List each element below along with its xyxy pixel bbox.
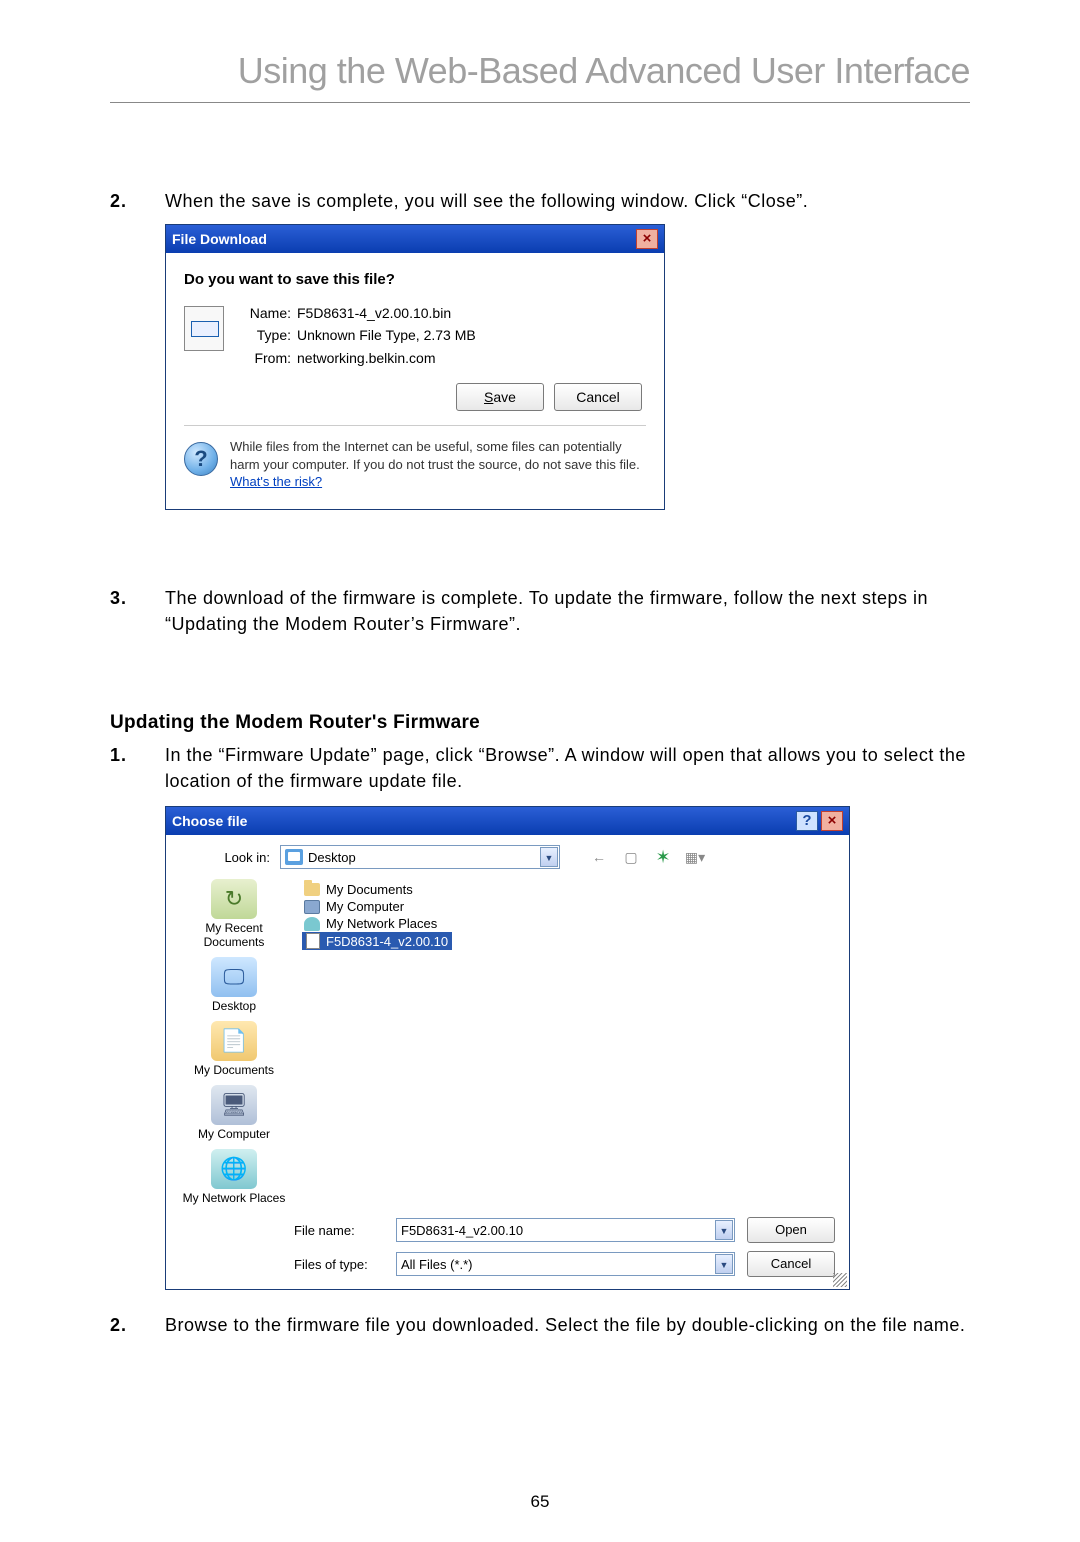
section-heading: Updating the Modem Router's Firmware xyxy=(110,712,970,734)
resize-grip-icon[interactable] xyxy=(833,1273,847,1287)
file-name-label: File name: xyxy=(294,1223,396,1238)
file-download-dialog: File Download × Do you want to save this… xyxy=(165,224,665,510)
file-type-field[interactable]: All Files (*.*) ▼ xyxy=(396,1252,735,1276)
help-icon[interactable]: ? xyxy=(796,811,818,831)
step-text: When the save is complete, you will see … xyxy=(165,188,808,214)
folder-icon xyxy=(304,883,320,896)
views-icon[interactable]: ▦▾ xyxy=(684,846,706,868)
chevron-down-icon[interactable]: ▼ xyxy=(715,1254,733,1274)
dialog-title-text: Choose file xyxy=(172,813,247,829)
step-number: 1. xyxy=(110,742,165,794)
up-icon[interactable]: ▢ xyxy=(620,846,642,868)
step-number: 2. xyxy=(110,1312,165,1338)
desktop-icon: 🖵 xyxy=(211,957,257,997)
save-button[interactable]: Save xyxy=(456,383,544,411)
page-number: 65 xyxy=(0,1492,1080,1512)
list-item-selected[interactable]: F5D8631-4_v2.00.10 xyxy=(302,932,452,950)
dialog-titlebar: Choose file ? × xyxy=(166,807,849,835)
divider xyxy=(184,425,646,426)
step-b2: 2. Browse to the firmware file you downl… xyxy=(110,1312,970,1338)
name-value: F5D8631-4_v2.00.10.bin xyxy=(297,302,451,324)
file-list[interactable]: My Documents My Computer My Network Plac… xyxy=(302,875,835,1205)
look-in-label: Look in: xyxy=(180,850,270,865)
dialog-title-text: File Download xyxy=(172,231,267,247)
place-desktop[interactable]: 🖵 Desktop xyxy=(180,957,288,1013)
shield-icon: ? xyxy=(184,442,218,476)
step-text: Browse to the firmware file you download… xyxy=(165,1312,965,1338)
list-item[interactable]: My Documents xyxy=(302,881,835,898)
choose-file-dialog: Choose file ? × Look in: Desktop ▼ ← ▢ ✶… xyxy=(165,806,850,1290)
step-b1: 1. In the “Firmware Update” page, click … xyxy=(110,742,970,794)
documents-icon: 📄 xyxy=(211,1021,257,1061)
recent-icon: ↻ xyxy=(211,879,257,919)
whats-the-risk-link[interactable]: What's the risk? xyxy=(230,474,322,489)
computer-icon xyxy=(304,900,320,914)
file-icon xyxy=(184,306,224,351)
look-in-value: Desktop xyxy=(308,850,356,865)
places-bar: ↻ My Recent Documents 🖵 Desktop 📄 My Doc… xyxy=(180,875,288,1205)
step-a2: 2. When the save is complete, you will s… xyxy=(110,188,970,214)
look-in-select[interactable]: Desktop ▼ xyxy=(280,845,560,869)
chevron-down-icon[interactable]: ▼ xyxy=(715,1220,733,1240)
step-text: In the “Firmware Update” page, click “Br… xyxy=(165,742,970,794)
place-mynetwork[interactable]: 🌐 My Network Places xyxy=(180,1149,288,1205)
from-value: networking.belkin.com xyxy=(297,347,436,369)
place-recent[interactable]: ↻ My Recent Documents xyxy=(180,879,288,949)
warning-text: While files from the Internet can be use… xyxy=(230,438,646,491)
cancel-button[interactable]: Cancel xyxy=(747,1251,835,1277)
network-icon: 🌐 xyxy=(211,1149,257,1189)
type-value: Unknown File Type, 2.73 MB xyxy=(297,324,476,346)
close-icon[interactable]: × xyxy=(636,229,658,249)
network-icon xyxy=(304,917,320,931)
file-icon xyxy=(306,933,320,949)
cancel-button[interactable]: Cancel xyxy=(554,383,642,411)
place-mydocuments[interactable]: 📄 My Documents xyxy=(180,1021,288,1077)
new-folder-icon[interactable]: ✶ xyxy=(652,846,674,868)
type-label: Type: xyxy=(242,324,297,346)
file-type-label: Files of type: xyxy=(294,1257,396,1272)
dialog-titlebar: File Download × xyxy=(166,225,664,253)
dialog-question: Do you want to save this file? xyxy=(184,271,646,288)
step-text: The download of the firmware is complete… xyxy=(165,585,970,637)
back-icon[interactable]: ← xyxy=(588,846,610,868)
close-icon[interactable]: × xyxy=(821,811,843,831)
step-number: 3. xyxy=(110,585,165,637)
from-label: From: xyxy=(242,347,297,369)
toolbar: ← ▢ ✶ ▦▾ xyxy=(588,846,706,868)
computer-icon: 🖥 xyxy=(211,1085,257,1125)
file-name-field[interactable]: F5D8631-4_v2.00.10 ▼ xyxy=(396,1218,735,1242)
step-a3: 3. The download of the firmware is compl… xyxy=(110,585,970,637)
place-mycomputer[interactable]: 🖥 My Computer xyxy=(180,1085,288,1141)
list-item[interactable]: My Computer xyxy=(302,898,835,915)
page-title: Using the Web-Based Advanced User Interf… xyxy=(110,50,970,103)
name-label: Name: xyxy=(242,302,297,324)
open-button[interactable]: Open xyxy=(747,1217,835,1243)
step-number: 2. xyxy=(110,188,165,214)
desktop-icon xyxy=(285,849,303,865)
chevron-down-icon[interactable]: ▼ xyxy=(540,847,558,867)
list-item[interactable]: My Network Places xyxy=(302,915,835,932)
